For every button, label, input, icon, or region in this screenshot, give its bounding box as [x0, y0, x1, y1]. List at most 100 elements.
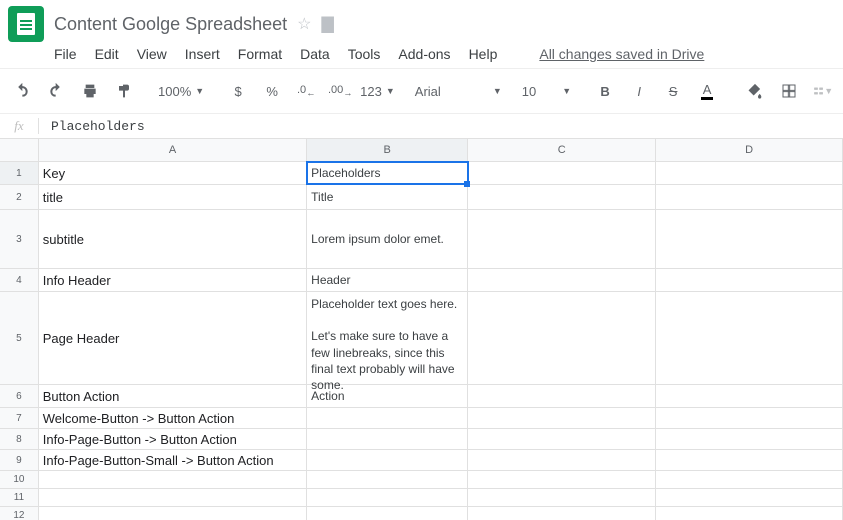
row-header[interactable]: 5	[0, 292, 39, 384]
cell-C7[interactable]	[468, 408, 656, 428]
cell-C3[interactable]	[468, 210, 656, 268]
undo-icon[interactable]	[8, 79, 36, 103]
cell-B8[interactable]	[307, 429, 468, 449]
row-header[interactable]: 2	[0, 185, 39, 209]
menu-tools[interactable]: Tools	[348, 46, 381, 62]
cell-B1[interactable]: Placeholders	[307, 162, 468, 184]
menu-view[interactable]: View	[137, 46, 167, 62]
formula-input[interactable]: Placeholders	[39, 119, 145, 134]
font-family-select[interactable]: Arial▼	[415, 84, 502, 99]
row-header[interactable]: 8	[0, 429, 39, 449]
print-icon[interactable]	[76, 79, 104, 103]
cell-B11[interactable]	[307, 489, 468, 506]
cell-D12[interactable]	[656, 507, 843, 520]
cell-A3[interactable]: subtitle	[39, 210, 307, 268]
cell-A8[interactable]: Info-Page-Button -> Button Action	[39, 429, 307, 449]
cell-C5[interactable]	[468, 292, 656, 384]
cell-C11[interactable]	[468, 489, 656, 506]
italic-button[interactable]: I	[625, 79, 653, 103]
col-header-B[interactable]: B	[307, 139, 468, 161]
cell-A10[interactable]	[39, 471, 307, 488]
cell-B4[interactable]: Header	[307, 269, 468, 291]
star-icon[interactable]: ☆	[297, 14, 311, 34]
toolbar: 100%▼ $ % .0← .00→ 123▼ Arial▼ 10▼ B I S…	[0, 68, 843, 114]
cell-C12[interactable]	[468, 507, 656, 520]
paint-format-icon[interactable]	[110, 79, 138, 103]
cell-D11[interactable]	[656, 489, 843, 506]
cell-D1[interactable]	[656, 162, 843, 184]
menu-format[interactable]: Format	[238, 46, 282, 62]
zoom-select[interactable]: 100%▼	[158, 84, 204, 99]
cell-C2[interactable]	[468, 185, 656, 209]
cell-A7[interactable]: Welcome-Button -> Button Action	[39, 408, 307, 428]
col-header-A[interactable]: A	[39, 139, 307, 161]
row-header[interactable]: 7	[0, 408, 39, 428]
bold-button[interactable]: B	[591, 79, 619, 103]
cell-A2[interactable]: title	[39, 185, 307, 209]
row-header[interactable]: 4	[0, 269, 39, 291]
borders-icon[interactable]	[775, 79, 803, 103]
redo-icon[interactable]	[42, 79, 70, 103]
cell-C1[interactable]	[468, 162, 656, 184]
cell-D8[interactable]	[656, 429, 843, 449]
cell-D5[interactable]	[656, 292, 843, 384]
save-status[interactable]: All changes saved in Drive	[539, 46, 704, 62]
cell-A5[interactable]: Page Header	[39, 292, 307, 384]
row-header[interactable]: 6	[0, 385, 39, 407]
cell-B2[interactable]: Title	[307, 185, 468, 209]
cell-D10[interactable]	[656, 471, 843, 488]
cell-C4[interactable]	[468, 269, 656, 291]
row-header[interactable]: 11	[0, 489, 39, 506]
fill-color-icon[interactable]	[741, 79, 769, 103]
cell-D2[interactable]	[656, 185, 843, 209]
cell-D6[interactable]	[656, 385, 843, 407]
menu-file[interactable]: File	[54, 46, 77, 62]
cell-B12[interactable]	[307, 507, 468, 520]
col-header-D[interactable]: D	[656, 139, 843, 161]
row-header[interactable]: 12	[0, 507, 39, 520]
cell-A4[interactable]: Info Header	[39, 269, 307, 291]
col-header-C[interactable]: C	[468, 139, 656, 161]
cell-B5[interactable]: Placeholder text goes here. Let's make s…	[307, 292, 468, 384]
currency-button[interactable]: $	[224, 79, 252, 103]
strikethrough-button[interactable]: S	[659, 79, 687, 103]
document-title[interactable]: Content Goolge Spreadsheet	[54, 14, 287, 35]
row-header[interactable]: 1	[0, 162, 39, 184]
sheets-logo-icon[interactable]	[8, 6, 44, 42]
cell-C10[interactable]	[468, 471, 656, 488]
cell-D3[interactable]	[656, 210, 843, 268]
cell-C8[interactable]	[468, 429, 656, 449]
cell-D4[interactable]	[656, 269, 843, 291]
font-size-select[interactable]: 10▼	[522, 84, 571, 99]
menu-insert[interactable]: Insert	[185, 46, 220, 62]
row-header[interactable]: 3	[0, 210, 39, 268]
cell-C6[interactable]	[468, 385, 656, 407]
cell-B6[interactable]: Action	[307, 385, 468, 407]
cell-A9[interactable]: Info-Page-Button-Small -> Button Action	[39, 450, 307, 470]
cell-A6[interactable]: Button Action	[39, 385, 307, 407]
cell-D7[interactable]	[656, 408, 843, 428]
folder-icon[interactable]: ▇	[322, 14, 334, 34]
percent-button[interactable]: %	[258, 79, 286, 103]
menu-data[interactable]: Data	[300, 46, 330, 62]
cell-C9[interactable]	[468, 450, 656, 470]
decrease-decimal-button[interactable]: .0←	[292, 79, 320, 103]
cell-B9[interactable]	[307, 450, 468, 470]
cell-B3[interactable]: Lorem ipsum dolor emet.	[307, 210, 468, 268]
cell-B10[interactable]	[307, 471, 468, 488]
row-header[interactable]: 10	[0, 471, 39, 488]
menu-edit[interactable]: Edit	[95, 46, 119, 62]
number-format-select[interactable]: 123▼	[360, 84, 395, 99]
menu-help[interactable]: Help	[469, 46, 498, 62]
increase-decimal-button[interactable]: .00→	[326, 79, 354, 103]
merge-cells-icon[interactable]: ▼	[809, 79, 837, 103]
cell-B7[interactable]	[307, 408, 468, 428]
cell-A1[interactable]: Key	[39, 162, 307, 184]
cell-D9[interactable]	[656, 450, 843, 470]
row-header[interactable]: 9	[0, 450, 39, 470]
text-color-button[interactable]: A	[693, 79, 721, 103]
select-all-corner[interactable]	[0, 139, 39, 161]
cell-A12[interactable]	[39, 507, 307, 520]
cell-A11[interactable]	[39, 489, 307, 506]
menu-addons[interactable]: Add-ons	[398, 46, 450, 62]
